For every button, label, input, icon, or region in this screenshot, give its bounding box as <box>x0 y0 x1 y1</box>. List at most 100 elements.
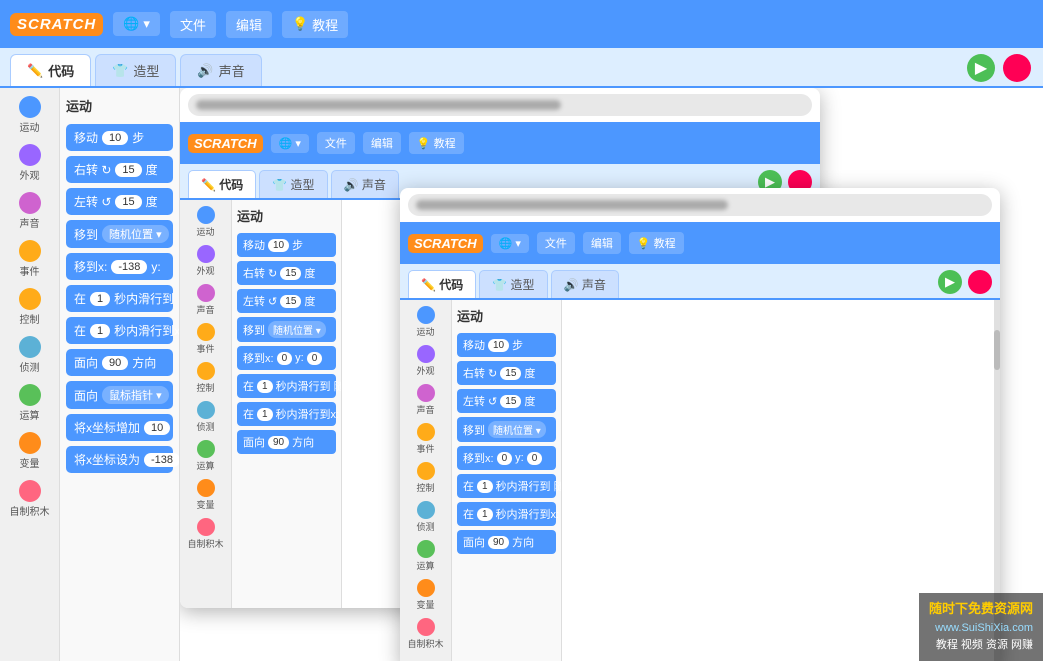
cat-myblocks[interactable]: 自制积木 <box>3 476 57 522</box>
inner-cat-variables-2[interactable]: 变量 <box>402 576 450 614</box>
tab-costumes[interactable]: 👕 造型 <box>95 54 176 86</box>
inner-globe-btn-2[interactable]: 🌐 ▾ <box>491 234 529 253</box>
cat-events-label: 事件 <box>20 263 40 278</box>
inner-tab-code-2[interactable]: ✏️ 代码 <box>408 270 476 298</box>
inner-block-goto-1[interactable]: 移到 随机位置 ▾ <box>237 317 336 342</box>
tutorial-btn[interactable]: 💡 教程 <box>282 11 348 38</box>
inner-cat-operators-1[interactable]: 运算 <box>182 437 230 475</box>
cat-sound[interactable]: 声音 <box>3 188 57 234</box>
red-stop-btn[interactable] <box>1003 54 1031 82</box>
cat-sound-dot <box>19 192 41 214</box>
inner-globe-btn-1[interactable]: 🌐 ▾ <box>271 134 309 153</box>
block-left-turn[interactable]: 左转 ↺ 15 度 <box>66 188 173 215</box>
block-set-x[interactable]: 将x坐标设为 -138 <box>66 446 173 473</box>
inner-cat-looks-1[interactable]: 外观 <box>182 242 230 280</box>
inner-edit-btn-2[interactable]: 编辑 <box>583 232 621 254</box>
cat-looks[interactable]: 外观 <box>3 140 57 186</box>
inner-red-stop-2[interactable] <box>968 270 992 294</box>
inner-block-glide-xy-1[interactable]: 在 1 秒内滑行到x: 0 <box>237 402 336 426</box>
file-btn[interactable]: 文件 <box>170 11 216 38</box>
green-flag-btn[interactable]: ▶ <box>967 54 995 82</box>
inner-block-dir-2[interactable]: 面向 90 方向 <box>457 530 556 554</box>
inner-cat-sound-1[interactable]: 声音 <box>182 281 230 319</box>
inner-cat-motion-1[interactable]: 运动 <box>182 203 230 241</box>
inner-tutorial-btn-1[interactable]: 💡 教程 <box>409 132 464 154</box>
block-move-num: 10 <box>102 131 128 145</box>
inner-cat-control-2[interactable]: 控制 <box>402 459 450 497</box>
tab-code[interactable]: ✏️ 代码 <box>10 54 91 86</box>
inner-cat-sound-2[interactable]: 声音 <box>402 381 450 419</box>
watermark-url: www.SuiShiXia.com <box>929 620 1033 638</box>
inner-block-left-2[interactable]: 左转 ↺ 15 度 <box>457 389 556 413</box>
block-goto-dropdown[interactable]: 随机位置 ▾ <box>102 225 169 243</box>
inner-green-flag-2[interactable]: ▶ <box>938 270 962 294</box>
inner-tutorial-btn-2[interactable]: 💡 教程 <box>629 232 684 254</box>
block-goto-xy[interactable]: 移到x:-138 y: <box>66 253 173 280</box>
inner-block-right-1[interactable]: 右转 ↻ 15 度 <box>237 261 336 285</box>
cat-events[interactable]: 事件 <box>3 236 57 282</box>
blocks-panel: 运动 移动 10 步 右转 ↻ 15 度 左转 ↺ 15 度 移到 随机位置 ▾… <box>60 88 180 661</box>
cat-myblocks-label: 自制积木 <box>10 503 50 518</box>
inner-block-glide-1[interactable]: 在 1 秒内滑行到 随机位置 <box>237 374 336 398</box>
inner-block-right-2[interactable]: 右转 ↻ 15 度 <box>457 361 556 385</box>
block-face-toward[interactable]: 面向 鼠标指针 ▾ <box>66 381 173 409</box>
edit-btn[interactable]: 编辑 <box>226 11 272 38</box>
cat-motion[interactable]: 运动 <box>3 92 57 138</box>
cat-looks-dot <box>19 144 41 166</box>
inner-block-move-2[interactable]: 移动 10 步 <box>457 333 556 357</box>
block-direction[interactable]: 面向 90 方向 <box>66 349 173 376</box>
watermark-title: 随时下免费资源网 <box>929 599 1033 620</box>
inner-cat-myblocks-1[interactable]: 自制积木 <box>182 515 230 553</box>
cat-operators[interactable]: 运算 <box>3 380 57 426</box>
block-right-turn[interactable]: 右转 ↻ 15 度 <box>66 156 173 183</box>
inner-block-glide-rand-2[interactable]: 在 1 秒内滑行到 随机位置 <box>457 474 556 498</box>
inner-cat-myblocks-2[interactable]: 自制积木 <box>402 615 450 653</box>
dot <box>197 206 215 224</box>
inner-tab-code-1[interactable]: ✏️ 代码 <box>188 170 256 198</box>
inner-block-glide-xy-2[interactable]: 在 1 秒内滑行到x: 0 <box>457 502 556 526</box>
inner-block-goto-2[interactable]: 移到 随机位置 ▾ <box>457 417 556 442</box>
cat-sensing-label: 侦测 <box>20 359 40 374</box>
inner-tab-sounds-2[interactable]: 🔊 声音 <box>551 270 619 298</box>
inner-cat-looks-2[interactable]: 外观 <box>402 342 450 380</box>
tutorial-icon: 💡 <box>292 16 308 32</box>
block-goto[interactable]: 移到 随机位置 ▾ <box>66 220 173 248</box>
block-glide-xy[interactable]: 在 1 秒内滑行到x: <box>66 317 173 344</box>
inner-window-2[interactable]: SCRATCH 🌐 ▾ 文件 编辑 💡 教程 ✏️ 代码 👕 造型 🔊 声音 ▶ <box>400 188 1000 661</box>
inner-cat-variables-1[interactable]: 变量 <box>182 476 230 514</box>
cat-control[interactable]: 控制 <box>3 284 57 330</box>
cat-variables[interactable]: 变量 <box>3 428 57 474</box>
inner-block-xy-1[interactable]: 移到x:0 y:0 <box>237 346 336 370</box>
inner-content-2: 运动 外观 声音 事件 <box>400 300 1000 661</box>
inner-cat-events-1[interactable]: 事件 <box>182 320 230 358</box>
block-move[interactable]: 移动 10 步 <box>66 124 173 151</box>
inner-file-btn-1[interactable]: 文件 <box>317 132 355 154</box>
inner-block-move-1[interactable]: 移动 10 步 <box>237 233 336 257</box>
inner-file-btn-2[interactable]: 文件 <box>537 232 575 254</box>
cat-sensing[interactable]: 侦测 <box>3 332 57 378</box>
block-change-x[interactable]: 将x坐标增加 10 <box>66 414 173 441</box>
addr-bar-2 <box>408 194 992 216</box>
inner-tab-sounds-1[interactable]: 🔊 声音 <box>331 170 399 198</box>
inner-block-left-1[interactable]: 左转 ↺ 15 度 <box>237 289 336 313</box>
inner-tab-costumes-2[interactable]: 👕 造型 <box>479 270 547 298</box>
dot <box>417 540 435 558</box>
inner-tab-costumes-1[interactable]: 👕 造型 <box>259 170 327 198</box>
dot <box>197 362 215 380</box>
inner-cat-events-2[interactable]: 事件 <box>402 420 450 458</box>
inner-cat-sensing-1[interactable]: 侦测 <box>182 398 230 436</box>
inner-block-xy-2[interactable]: 移到x:0 y:0 <box>457 446 556 470</box>
inner-blocks-panel-1: 运动 移动 10 步 右转 ↻ 15 度 左转 ↺ 15 度 移到 随机位置 ▾ <box>232 200 342 608</box>
inner-cat-control-1[interactable]: 控制 <box>182 359 230 397</box>
inner-cat-sensing-2[interactable]: 侦测 <box>402 498 450 536</box>
block-toward-dropdown[interactable]: 鼠标指针 ▾ <box>102 386 169 404</box>
inner-edit-btn-1[interactable]: 编辑 <box>363 132 401 154</box>
inner-cat-motion-2[interactable]: 运动 <box>402 303 450 341</box>
addr-bar-1 <box>188 94 812 116</box>
block-glide-to[interactable]: 在 1 秒内滑行到 <box>66 285 173 312</box>
tab-sounds[interactable]: 🔊 声音 <box>180 54 261 86</box>
script-area: SCRATCH 🌐 ▾ 文件 编辑 💡 教程 ✏️ 代码 👕 造型 🔊 声音 ▶ <box>180 88 1043 661</box>
inner-block-dir-1[interactable]: 面向 90 方向 <box>237 430 336 454</box>
globe-btn[interactable]: 🌐 ▾ <box>113 12 160 36</box>
inner-cat-operators-2[interactable]: 运算 <box>402 537 450 575</box>
